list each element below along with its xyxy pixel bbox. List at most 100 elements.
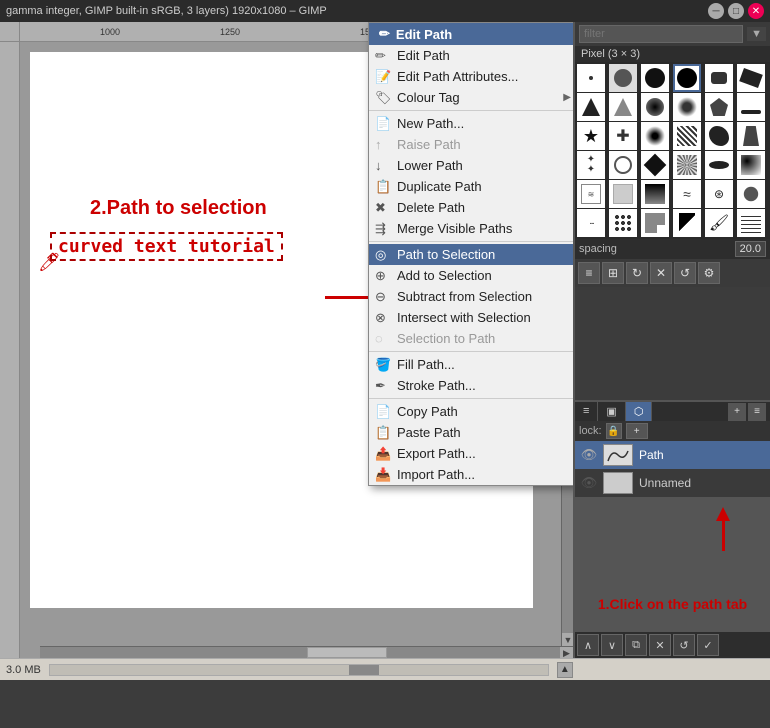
- brush-cell[interactable]: [577, 93, 605, 121]
- status-scroll-thumb[interactable]: [349, 665, 379, 675]
- brush-cell[interactable]: [641, 180, 669, 208]
- tool-btn-rotate[interactable]: ↻: [626, 262, 648, 284]
- brush-cell[interactable]: [705, 122, 733, 150]
- path-row-unnamed[interactable]: 👁 Unnamed: [575, 469, 770, 497]
- paths-btn-5[interactable]: ↺: [673, 634, 695, 656]
- paths-btn-3[interactable]: ⧉: [625, 634, 647, 656]
- path-row-active[interactable]: 👁 Path: [575, 441, 770, 469]
- ctx-import-path[interactable]: 📥 Import Path...: [369, 464, 575, 485]
- filter-dropdown-btn[interactable]: ▼: [747, 27, 766, 41]
- tool-btn-refresh[interactable]: ↺: [674, 262, 696, 284]
- scroll-down-btn[interactable]: ▼: [562, 632, 573, 646]
- tool-btn-delete[interactable]: ✕: [650, 262, 672, 284]
- ctx-edit-path[interactable]: ✏ Edit Path: [369, 45, 575, 66]
- lock-add-btn[interactable]: +: [626, 423, 648, 439]
- tab-layers[interactable]: ≡: [575, 402, 598, 421]
- brush-cell[interactable]: ✚: [609, 122, 637, 150]
- ctx-lower-path[interactable]: ↓ Lower Path: [369, 155, 575, 176]
- ctx-selection-to-path-icon: ◌: [375, 331, 383, 346]
- ctx-delete-path[interactable]: ✖ Delete Path: [369, 197, 575, 218]
- brush-cell[interactable]: [705, 151, 733, 179]
- status-scrollbar[interactable]: [49, 664, 549, 676]
- brush-cell[interactable]: [609, 209, 637, 237]
- ctx-colour-tag[interactable]: 🏷 Colour Tag: [369, 87, 575, 108]
- path-eye-icon[interactable]: 👁: [581, 447, 597, 463]
- paths-btn-4[interactable]: ✕: [649, 634, 671, 656]
- brush-cell[interactable]: [609, 151, 637, 179]
- scroll-right-btn[interactable]: ▶: [559, 647, 573, 658]
- brush-cell[interactable]: [609, 64, 637, 92]
- brush-cell[interactable]: 🖌: [705, 209, 733, 237]
- brush-cell[interactable]: [737, 180, 765, 208]
- tab-channels[interactable]: ▣: [598, 402, 625, 421]
- lock-icon[interactable]: 🔒: [606, 423, 622, 439]
- brush-cell[interactable]: [737, 93, 765, 121]
- brush-cell[interactable]: [641, 64, 669, 92]
- spacing-value[interactable]: 20.0: [735, 241, 766, 257]
- brush-cell[interactable]: [705, 93, 733, 121]
- ctx-new-path[interactable]: 📄 New Path...: [369, 113, 575, 134]
- tool-btn-settings[interactable]: ⚙: [698, 262, 720, 284]
- tab-icon-config[interactable]: ≡: [748, 403, 766, 421]
- brush-cell[interactable]: [673, 93, 701, 121]
- paths-btn-6[interactable]: ✓: [697, 634, 719, 656]
- ctx-export-path[interactable]: 📤 Export Path...: [369, 443, 575, 464]
- brush-cell[interactable]: ✦✦: [577, 151, 605, 179]
- brush-cell[interactable]: [609, 180, 637, 208]
- brush-cell[interactable]: [641, 151, 669, 179]
- ctx-merge-visible-paths-icon: ⇶: [375, 221, 386, 237]
- tab-paths[interactable]: ⬡: [626, 402, 653, 421]
- tool-btn-channels[interactable]: ⊞: [602, 262, 624, 284]
- brush-cell[interactable]: [609, 93, 637, 121]
- paths-btn-2[interactable]: ∨: [601, 634, 623, 656]
- brush-cell[interactable]: [673, 122, 701, 150]
- ctx-fill-path[interactable]: 🪣 Fill Path...: [369, 354, 575, 375]
- ctx-merge-visible-paths[interactable]: ⇶ Merge Visible Paths: [369, 218, 575, 239]
- brush-cell[interactable]: ≈: [673, 180, 701, 208]
- paths-btn-1[interactable]: ∧: [577, 634, 599, 656]
- window-title: gamma integer, GIMP built-in sRGB, 3 lay…: [6, 5, 708, 17]
- brush-cell[interactable]: ⊛: [705, 180, 733, 208]
- ctx-path-to-selection[interactable]: ◎ Path to Selection: [369, 244, 575, 265]
- scroll-up-btn[interactable]: ▲: [557, 662, 573, 678]
- brush-cell[interactable]: ★: [577, 122, 605, 150]
- lock-row: lock: 🔒 +: [575, 421, 770, 441]
- brush-cell[interactable]: [673, 209, 701, 237]
- ctx-duplicate-path[interactable]: 📋 Duplicate Path: [369, 176, 575, 197]
- ctx-edit-path-attributes-icon: 📝: [375, 69, 391, 85]
- ctx-new-path-icon: 📄: [375, 116, 391, 132]
- brush-cell[interactable]: [737, 151, 765, 179]
- brush-cell[interactable]: [737, 209, 765, 237]
- brush-cell[interactable]: [737, 64, 765, 92]
- brush-cell[interactable]: [641, 122, 669, 150]
- ctx-colour-tag-icon: 🏷: [375, 90, 392, 106]
- ctx-edit-path-attributes[interactable]: 📝 Edit Path Attributes...: [369, 66, 575, 87]
- horizontal-scrollbar[interactable]: ▶: [40, 646, 573, 658]
- maximize-button[interactable]: □: [728, 3, 744, 19]
- brush-cell[interactable]: ≋: [577, 180, 605, 208]
- ctx-subtract-from-selection[interactable]: ⊖ Subtract from Selection: [369, 286, 575, 307]
- ctx-sep-2: [369, 241, 575, 242]
- ctx-add-to-selection[interactable]: ⊕ Add to Selection: [369, 265, 575, 286]
- brush-cell[interactable]: ···: [577, 209, 605, 237]
- brush-cell[interactable]: [641, 209, 669, 237]
- tool-btn-layers[interactable]: ≡: [578, 262, 600, 284]
- path-eye-icon-unnamed[interactable]: 👁: [581, 475, 597, 491]
- minimize-button[interactable]: ─: [708, 3, 724, 19]
- brush-cell[interactable]: [705, 64, 733, 92]
- ctx-stroke-path[interactable]: ✒ Stroke Path...: [369, 375, 575, 396]
- close-button[interactable]: ✕: [748, 3, 764, 19]
- ctx-raise-path-icon: ↑: [375, 137, 382, 152]
- brush-cell[interactable]: [673, 64, 701, 92]
- ctx-paste-path[interactable]: 📋 Paste Path: [369, 422, 575, 443]
- ctx-intersect-with-selection[interactable]: ⊗ Intersect with Selection: [369, 307, 575, 328]
- brush-cell[interactable]: [737, 122, 765, 150]
- brush-cell[interactable]: [673, 151, 701, 179]
- brush-cell[interactable]: [577, 64, 605, 92]
- scroll-h-thumb[interactable]: [307, 647, 387, 658]
- tab-icon-add[interactable]: +: [728, 403, 746, 421]
- paths-tabs: ≡ ▣ ⬡ + ≡: [575, 402, 770, 421]
- ctx-copy-path[interactable]: 📄 Copy Path: [369, 401, 575, 422]
- filter-input[interactable]: [579, 25, 743, 43]
- brush-cell[interactable]: [641, 93, 669, 121]
